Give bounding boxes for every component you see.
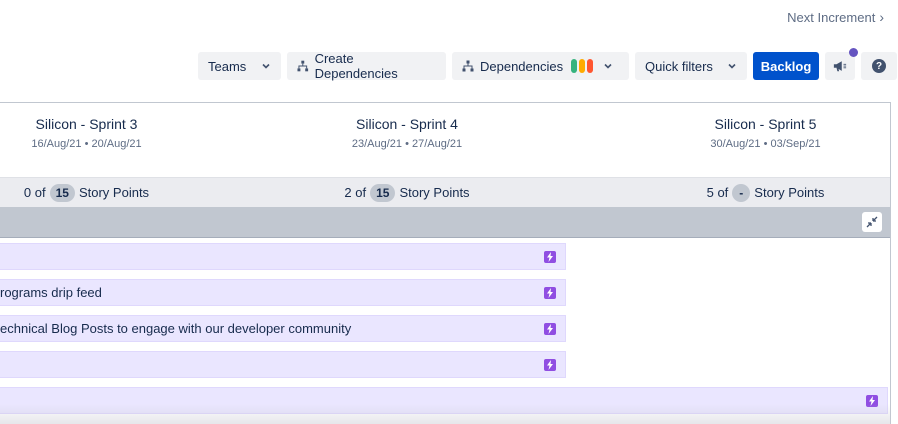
- points-suffix: Story Points: [78, 185, 150, 200]
- create-dependencies-button[interactable]: Create Dependencies: [287, 51, 446, 81]
- create-dependencies-label: Create Dependencies: [314, 51, 398, 81]
- epic-bolt-icon: [866, 394, 878, 407]
- status-pill-green: [571, 59, 578, 73]
- toolbar: Teams Create Dependencies Dependencies Q…: [198, 48, 897, 81]
- sprint-header-row: Silicon - Sprint 3 16/Aug/21 • 20/Aug/21…: [0, 103, 890, 177]
- sprint-column-header: Silicon - Sprint 5 30/Aug/21 • 03/Sep/21: [641, 103, 890, 177]
- sprint-name: Silicon - Sprint 5: [714, 116, 817, 132]
- issue-card[interactable]: echnical Blog Posts to engage with our d…: [0, 315, 566, 342]
- chevron-down-icon: [262, 63, 270, 69]
- hierarchy-icon: [297, 60, 309, 72]
- sprint-column-header: Silicon - Sprint 3 16/Aug/21 • 20/Aug/21: [0, 103, 173, 177]
- capacity-badge: 15: [49, 183, 75, 202]
- issue-title: rograms drip feed: [0, 285, 102, 300]
- issue-title: echnical Blog Posts to engage with our d…: [0, 321, 352, 336]
- dependencies-label: Dependencies: [480, 58, 564, 74]
- sprint-dates: 30/Aug/21 • 03/Sep/21: [710, 138, 821, 150]
- issue-card[interactable]: [0, 243, 566, 270]
- hierarchy-icon: [462, 60, 474, 72]
- quick-filters-dropdown[interactable]: Quick filters: [635, 52, 747, 80]
- epic-bolt-icon: [544, 286, 556, 299]
- issue-card[interactable]: rograms drip feed: [0, 279, 566, 306]
- sprint-name: Silicon - Sprint 4: [356, 116, 458, 132]
- chevron-right-icon: ›: [879, 9, 884, 25]
- next-increment-label: Next Increment: [787, 9, 876, 25]
- sprint-dates: 23/Aug/21 • 27/Aug/21: [351, 138, 463, 150]
- sprint-column-header: Silicon - Sprint 4 23/Aug/21 • 27/Aug/21: [173, 103, 641, 177]
- points-prefix: 2 of: [344, 185, 367, 200]
- chevron-down-icon: [728, 63, 736, 69]
- help-button[interactable]: ?: [861, 52, 897, 80]
- quick-filters-label: Quick filters: [645, 58, 713, 74]
- points-suffix: Story Points: [754, 185, 825, 200]
- capacity-badge: 15: [370, 183, 396, 202]
- collapse-button[interactable]: [862, 212, 882, 232]
- backlog-button[interactable]: Backlog: [753, 52, 819, 80]
- help-icon: ?: [872, 59, 886, 73]
- teams-dropdown[interactable]: Teams: [198, 52, 281, 80]
- sprint-board: Silicon - Sprint 3 16/Aug/21 • 20/Aug/21…: [0, 102, 891, 424]
- megaphone-icon: [833, 61, 847, 72]
- sprint-points: 2 of 15 Story Points: [173, 183, 641, 202]
- issue-card[interactable]: [0, 351, 566, 378]
- collapse-icon: [866, 216, 878, 228]
- notification-dot: [849, 48, 858, 57]
- epic-bolt-icon: [544, 250, 556, 263]
- points-prefix: 5 of: [706, 185, 729, 200]
- sprint-name: Silicon - Sprint 3: [35, 116, 138, 132]
- issue-card[interactable]: [0, 387, 888, 414]
- team-group-bar: [0, 207, 890, 238]
- sprint-points: 5 of - Story Points: [641, 183, 890, 202]
- status-pill-red: [587, 59, 594, 73]
- sprint-points: 0 of 15 Story Points: [0, 183, 173, 202]
- story-points-row: 0 of 15 Story Points 2 of 15 Story Point…: [0, 177, 890, 207]
- next-increment-link[interactable]: Next Increment ›: [787, 9, 884, 25]
- backlog-label: Backlog: [760, 58, 812, 74]
- points-prefix: 0 of: [23, 185, 46, 200]
- dependencies-dropdown[interactable]: Dependencies: [452, 52, 629, 80]
- chevron-down-icon: [604, 63, 612, 69]
- teams-label: Teams: [208, 58, 247, 74]
- points-suffix: Story Points: [399, 185, 470, 200]
- dependency-status-pills: [571, 59, 594, 73]
- sprint-dates: 16/Aug/21 • 20/Aug/21: [31, 138, 142, 150]
- epic-bolt-icon: [544, 322, 556, 335]
- status-pill-yellow: [579, 59, 586, 73]
- epic-bolt-icon: [544, 358, 556, 371]
- announcements-button[interactable]: [825, 48, 858, 80]
- capacity-badge: -: [732, 183, 751, 202]
